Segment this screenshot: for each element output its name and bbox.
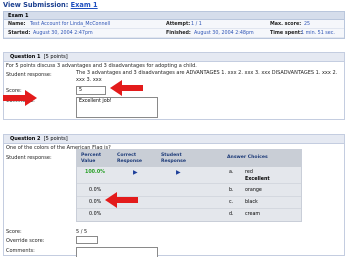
question-1-points: [5 points] <box>43 54 68 60</box>
red-arrow-icon <box>110 80 143 96</box>
choice-letter: b. <box>229 188 234 193</box>
override-score-input[interactable] <box>76 236 98 244</box>
choice-feedback: Excellent <box>245 177 270 182</box>
choice-text: orange <box>245 188 262 193</box>
question-1-prompt: For 5 points discuss 3 advantages and 3 … <box>6 63 197 69</box>
attempt-label: Attempt: <box>166 22 191 27</box>
page-title: View Submission: Exam 1 <box>3 1 98 9</box>
exam-info-row: Name: Test Account for Linda_McConnell A… <box>4 20 344 29</box>
time-spent-value: 1 min. 51 sec. <box>301 31 335 36</box>
question-2-response-label: Student response: <box>6 155 52 161</box>
exam-title-link[interactable]: Exam 1 <box>71 1 98 9</box>
finished-label: Finished: <box>166 31 191 36</box>
exam-info-panel: Exam 1 Name: Test Account for Linda_McCo… <box>3 11 345 39</box>
question-2-score-label: Score: <box>6 229 22 235</box>
red-arrow-icon <box>3 90 37 106</box>
attempt-value: 1 / 1 <box>191 22 202 27</box>
started-value: August 30, 2004 2:47pm <box>33 31 93 36</box>
name-value: Test Account for Linda_McConnell <box>30 22 111 27</box>
percent-value: 0.0% <box>89 200 102 205</box>
percent-value: 0.0% <box>89 188 102 193</box>
percent-value: 100.0% <box>85 170 105 175</box>
question-2-points: [5 points] <box>43 136 68 142</box>
finished-value: August 30, 2004 2:48pm <box>194 31 254 36</box>
answer-table: Percent Value Correct Response Student R… <box>76 149 302 222</box>
question-1-label: Question 1 <box>10 54 41 60</box>
choice-text: cream <box>245 212 261 217</box>
question-1-comments-textarea[interactable]: Excellent job! <box>76 97 158 118</box>
answer-table-header: Percent Value Correct Response Student R… <box>77 150 301 167</box>
exam-heading: Exam 1 <box>4 12 344 20</box>
exam-info-row: Started: August 30, 2004 2:47pm Finished… <box>4 29 344 38</box>
page-title-prefix: View Submission: <box>3 1 69 9</box>
choice-letter: d. <box>229 212 234 217</box>
answer-choices-header: Answer Choices <box>227 155 268 160</box>
question-2-comments-label: Comments: <box>6 248 35 254</box>
red-arrow-icon <box>105 192 138 208</box>
override-score-label: Override score: <box>6 238 45 244</box>
percent-value-header: Percent Value <box>81 153 102 164</box>
question-2-header: Question 2 [5 points] <box>4 135 344 144</box>
max-score-value: 25 <box>304 22 311 27</box>
choice-text: red <box>245 170 253 175</box>
max-score-label: Max. score: <box>270 22 302 27</box>
question-1-score-input[interactable]: 5 <box>76 86 106 95</box>
choice-text: black <box>245 200 258 205</box>
triangle-right-icon: ▶ <box>176 169 181 176</box>
question-1-response-label: Student response: <box>6 72 52 78</box>
answer-row: 100.0% ▶ ▶ a. red Excellent <box>77 168 301 184</box>
correct-response-header: Correct Response <box>117 153 142 164</box>
percent-value: 0.0% <box>89 212 102 217</box>
question-2-score-value: 5 / 5 <box>76 229 88 235</box>
name-label: Name: <box>8 22 26 27</box>
time-spent-label: Time spent: <box>270 31 303 36</box>
question-2-label: Question 2 <box>10 136 41 142</box>
choice-letter: c. <box>229 200 234 205</box>
started-label: Started: <box>8 31 31 36</box>
answer-row: 0.0% d. cream <box>77 209 301 221</box>
choice-letter: a. <box>229 170 234 175</box>
question-1-header: Question 1 [5 points] <box>4 53 344 62</box>
triangle-right-icon: ▶ <box>133 169 138 176</box>
question-2-comments-textarea[interactable] <box>76 247 158 257</box>
student-response-header: Student Response <box>161 153 186 164</box>
